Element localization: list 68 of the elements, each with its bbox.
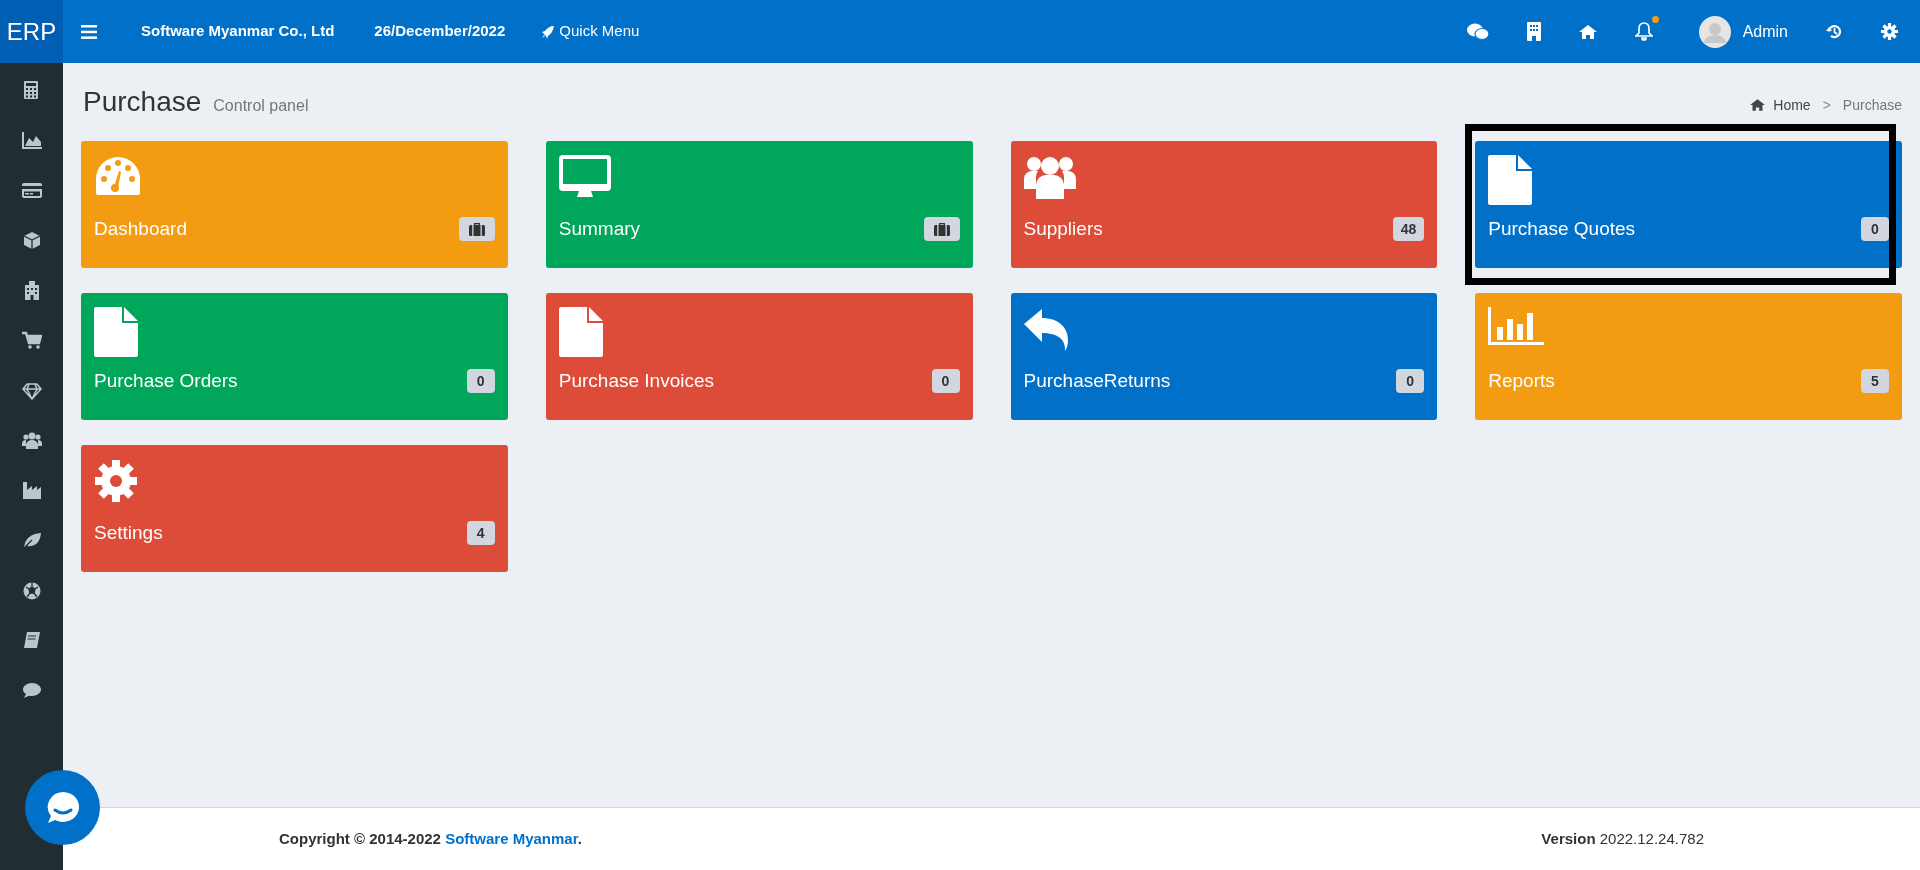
count-badge: 0 bbox=[931, 369, 960, 394]
rocket-icon bbox=[541, 24, 556, 39]
diamond-icon[interactable] bbox=[21, 381, 42, 400]
count-badge: 0 bbox=[1861, 217, 1889, 242]
user-name[interactable]: Admin bbox=[1742, 19, 1788, 44]
reply-arrow-icon bbox=[1023, 307, 1070, 351]
module-tile[interactable]: Purchase Quotes 0 bbox=[1475, 141, 1902, 268]
count-badge: 0 bbox=[466, 369, 495, 394]
leaf-icon[interactable] bbox=[21, 531, 42, 550]
credit-card-icon[interactable] bbox=[21, 181, 42, 200]
users-icon[interactable] bbox=[21, 431, 42, 450]
avatar-icon[interactable] bbox=[1698, 15, 1731, 48]
breadcrumb-separator: > bbox=[1821, 95, 1832, 115]
gauge-icon bbox=[94, 155, 142, 197]
menu-icon[interactable] bbox=[81, 24, 97, 39]
cube-icon[interactable] bbox=[21, 231, 42, 250]
breadcrumb-item[interactable]: Home bbox=[1773, 94, 1811, 116]
tile-label: Reports bbox=[1488, 369, 1555, 393]
bell-icon[interactable] bbox=[1634, 21, 1653, 42]
tile-label: PurchaseReturns bbox=[1023, 369, 1171, 393]
count-badge: 5 bbox=[1861, 369, 1889, 394]
logo[interactable]: ERP bbox=[0, 0, 63, 63]
factory-icon[interactable] bbox=[21, 481, 42, 500]
gear-icon bbox=[94, 459, 138, 503]
tile-label: Purchase Invoices bbox=[558, 369, 714, 393]
chat-icon[interactable] bbox=[1466, 22, 1489, 41]
speech-bubble-icon[interactable] bbox=[21, 681, 42, 700]
home-icon[interactable] bbox=[1578, 24, 1597, 39]
tile-label: Settings bbox=[94, 521, 163, 545]
page-title: Purchase bbox=[83, 85, 202, 119]
module-tile[interactable]: Purchase Orders 0 bbox=[81, 293, 508, 420]
company-link[interactable]: Software Myanmar bbox=[445, 829, 578, 847]
tile-label: Dashboard bbox=[94, 217, 187, 241]
date-text: 26/December/2022 bbox=[374, 21, 506, 42]
tile-label: Suppliers bbox=[1023, 217, 1103, 241]
monitor-icon bbox=[558, 155, 611, 199]
count-badge: 4 bbox=[466, 521, 495, 546]
document-icon bbox=[558, 307, 603, 357]
document-icon bbox=[94, 307, 138, 357]
count-badge: 48 bbox=[1392, 217, 1425, 242]
book-icon[interactable] bbox=[21, 631, 42, 650]
module-tile[interactable]: Suppliers 48 bbox=[1010, 141, 1438, 268]
version-text: Version 2022.12.24.782 bbox=[1541, 828, 1704, 849]
users-icon bbox=[1023, 155, 1076, 201]
count-badge: 0 bbox=[1396, 369, 1425, 394]
document-icon bbox=[1488, 155, 1533, 205]
building-icon[interactable] bbox=[1526, 22, 1541, 41]
home-icon bbox=[1750, 99, 1766, 111]
briefcase-badge bbox=[458, 217, 495, 242]
briefcase-badge bbox=[923, 217, 960, 242]
cart-icon[interactable] bbox=[21, 331, 42, 350]
page-subtitle: Control panel bbox=[213, 96, 309, 116]
bar-chart-icon bbox=[1488, 307, 1545, 347]
settings-icon[interactable] bbox=[1881, 23, 1898, 40]
module-tile[interactable]: Settings 4 bbox=[81, 445, 508, 572]
tile-label: Purchase Quotes bbox=[1488, 217, 1636, 241]
breadcrumb-item: Purchase bbox=[1842, 95, 1902, 115]
quick-menu-link[interactable]: Quick Menu bbox=[541, 20, 640, 43]
module-tile[interactable]: Purchase Invoices 0 bbox=[545, 293, 973, 420]
copyright-text: Copyright © 2014-2022 Software Myanmar. bbox=[279, 828, 582, 849]
soccer-ball-icon[interactable] bbox=[21, 581, 42, 600]
area-chart-icon[interactable] bbox=[21, 131, 42, 150]
module-tile[interactable]: PurchaseReturns 0 bbox=[1010, 293, 1438, 420]
tile-label: Summary bbox=[558, 217, 641, 241]
history-icon[interactable] bbox=[1826, 23, 1843, 40]
tile-label: Purchase Orders bbox=[94, 369, 238, 393]
module-tile[interactable]: Reports 5 bbox=[1475, 293, 1902, 420]
company-name: Software Myanmar Co., Ltd bbox=[141, 21, 335, 42]
